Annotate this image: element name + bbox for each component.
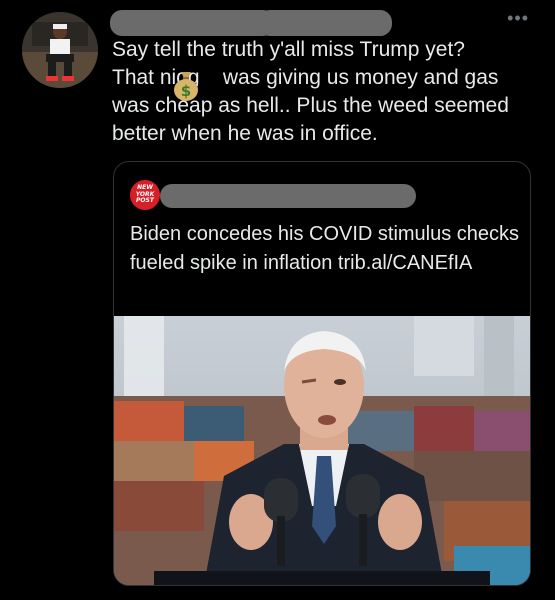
news-photo[interactable] [114, 316, 530, 585]
new-york-post-logo[interactable]: NEW YORK POST [130, 180, 160, 210]
quoted-tweet-text: Biden concedes his COVID stimulus checks… [130, 223, 520, 274]
money-bag-icon: $ [172, 68, 200, 102]
quoted-author-redacted [160, 184, 416, 208]
more-options-icon[interactable]: ••• [507, 8, 529, 29]
svg-text:$: $ [181, 82, 191, 100]
author-name-redacted [110, 10, 275, 36]
author-avatar[interactable] [22, 12, 98, 88]
author-handle-redacted [258, 10, 392, 36]
quoted-tweet-card[interactable]: NEW YORK POST Biden concedes his COVID s… [113, 161, 531, 586]
